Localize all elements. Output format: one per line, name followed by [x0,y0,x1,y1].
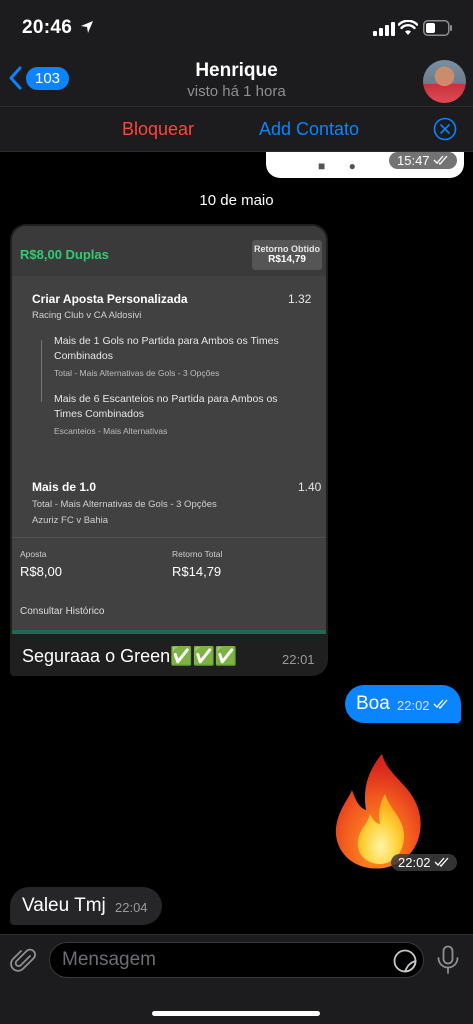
history-link: Consultar Histórico [20,606,105,617]
paperclip-icon[interactable] [10,947,38,975]
message-time: 22:01 [282,652,315,667]
selection1-match: Racing Club v CA Aldosivi [32,310,142,321]
message-input[interactable] [62,949,382,971]
stake-label: Aposta [20,549,47,559]
double-check-icon [433,155,448,165]
message-composer [0,934,473,1024]
add-contact-button[interactable]: Add Contato [259,119,359,140]
bet-return-label: Retorno Obtido [254,244,320,254]
sticker-time: 22:02 [391,854,458,871]
status-time: 20:46 [22,17,73,38]
bet-settled-bar [12,630,326,634]
bet-divider [12,537,326,538]
total-return-label: Retorno Total [172,549,223,559]
previous-message-time: 15:47 [389,152,458,169]
message-time: 22:04 [115,900,148,915]
stake-value: R$8,00 [20,564,62,579]
message-text: Boa [356,693,390,714]
leg2-text: Mais de 6 Escanteios no Partida para Amb… [54,393,278,420]
message-time: 22:02 [397,698,430,713]
message-text: Valeu Tmj [22,895,106,916]
avatar[interactable] [423,60,466,103]
message-input-field[interactable] [49,942,424,978]
block-button[interactable]: Bloquear [122,119,194,140]
leg2-market: Escanteios - Mais Alternativas [54,426,168,436]
wifi-icon [398,20,418,35]
unknown-contact-banner: Bloquear Add Contato [0,106,473,152]
double-check-icon [434,857,449,867]
last-seen-status: visto há 1 hora [187,83,286,100]
chat-history[interactable]: ■ ● 15:47 10 de maio R$8,00 Duplas Retor… [0,152,473,934]
date-separator: 10 de maio [199,192,274,209]
total-return-value: R$14,79 [172,564,222,579]
location-arrow-icon [81,21,93,33]
leg1-text: Mais de 1 Gols no Partida para Ambos os … [54,335,279,362]
leg1-market: Total - Mais Alternativas de Gols - 3 Op… [54,368,220,378]
bet-title: R$8,00 Duplas [20,247,109,262]
legs-divider [41,340,42,402]
chat-header: 103 Henrique visto há 1 hora [0,54,473,106]
selection2-match: Azuriz FC v Bahia [32,515,109,526]
selection2-odds: 1.40 [298,480,322,494]
bet-return-value: R$14,79 [268,254,306,265]
microphone-icon[interactable] [435,945,461,975]
double-check-icon [433,699,448,709]
close-circle-icon[interactable] [433,117,457,141]
outgoing-message[interactable]: Boa 22:02 [345,685,461,723]
battery-icon [423,20,452,36]
selection1-odds: 1.32 [288,292,312,306]
status-bar: 20:46 [0,0,473,54]
media-page-dots: ■ ● [318,159,356,173]
contact-name[interactable]: Henrique [0,60,473,82]
selection2-market: Total - Mais Alternativas de Gols - 3 Op… [32,499,217,510]
incoming-image-message[interactable]: R$8,00 Duplas Retorno Obtido R$14,79 Cri… [10,224,328,676]
cellular-signal-icon [373,22,395,36]
sticker-icon[interactable] [392,948,418,974]
message-caption: Seguraaa o Green✅✅✅ [22,646,238,666]
bet-slip-image[interactable]: R$8,00 Duplas Retorno Obtido R$14,79 Cri… [12,226,326,634]
selection2-title: Mais de 1.0 [32,480,97,494]
bet-return-box: Retorno Obtido R$14,79 [252,240,322,270]
incoming-message[interactable]: Valeu Tmj 22:04 [10,887,162,925]
home-indicator [152,1011,320,1016]
selection1-title: Criar Aposta Personalizada [32,292,188,306]
